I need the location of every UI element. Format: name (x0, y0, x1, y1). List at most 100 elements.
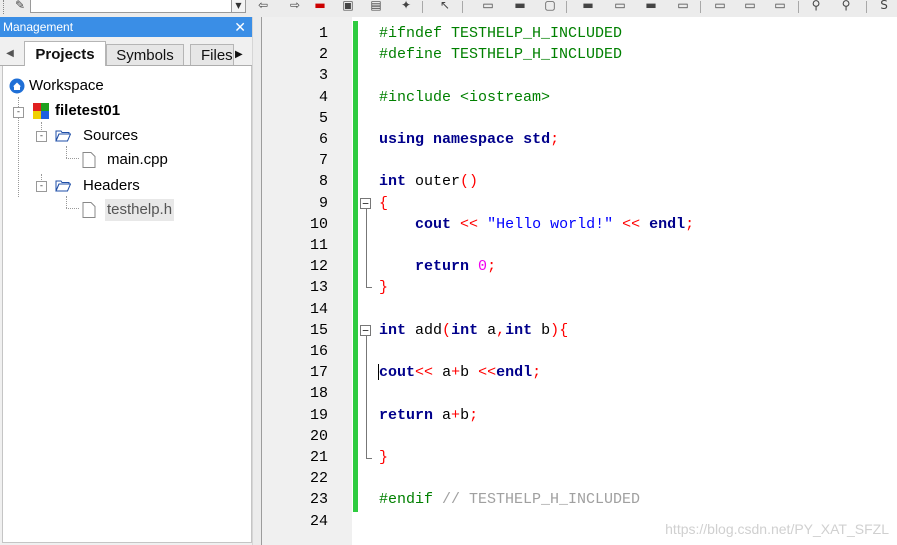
window-3-icon[interactable]: ▭ (772, 0, 788, 12)
back-arrow-icon[interactable]: ⇦ (255, 0, 271, 12)
comment-token: // TESTHELP_H_INCLUDED (442, 491, 641, 509)
identifier-token: outer (415, 173, 461, 191)
zoom-out-icon[interactable]: ⚲ (838, 0, 854, 12)
collapse-sources-icon[interactable]: - (36, 131, 47, 142)
identifier-token: a (487, 321, 497, 339)
operator-token: () (460, 173, 479, 191)
tree-label-sources: Sources (83, 127, 139, 144)
management-title-bar: Management ✕ (0, 17, 252, 37)
close-icon[interactable]: ✕ (234, 17, 246, 37)
operator-token: + (451, 364, 461, 382)
code-line-6: using namespace std; (379, 129, 559, 150)
identifier-token: b (460, 364, 470, 382)
operator-token: ; (532, 364, 542, 382)
panel-splitter[interactable] (252, 17, 262, 545)
operator-token: ; (469, 406, 479, 424)
block-icon[interactable]: ▭ (480, 0, 496, 12)
run-icon[interactable]: ✦ (398, 0, 414, 12)
collapse-headers-icon[interactable]: - (36, 181, 47, 192)
pointer-icon[interactable]: ↖ (437, 0, 453, 12)
file-icon (82, 202, 96, 218)
identifier-token: endl (649, 215, 686, 233)
toolbar-grip[interactable] (3, 0, 8, 14)
preprocessor-token: #ifndef TESTHELP_H_INCLUDED (379, 25, 623, 42)
operator-token: ( (442, 321, 452, 339)
keyword-token: namespace (433, 131, 515, 148)
identifier-token: add (415, 321, 443, 339)
identifier-token: a (442, 406, 452, 424)
tree-label-main-cpp: main.cpp (107, 151, 168, 168)
project-tree: Workspace - filetest01 - Sources main.cp… (2, 66, 252, 543)
s-icon[interactable]: S (876, 0, 892, 12)
operator-token: ; (685, 215, 695, 233)
identifier-token: b (460, 406, 470, 424)
operator-token: ) (550, 321, 560, 339)
operator-token: << (460, 215, 479, 233)
operator-token: << (415, 364, 434, 382)
code-line-4: #include <iostream> (379, 87, 550, 108)
brace-token: { (559, 321, 569, 339)
keyword-token: int (505, 321, 533, 339)
toggle-3-icon[interactable]: ▬ (643, 0, 659, 12)
code-line-2: #define TESTHELP_H_INCLUDED (379, 44, 622, 65)
code-line-13: } (379, 277, 388, 298)
tree-label-project: filetest01 (55, 102, 121, 119)
window-1-icon[interactable]: ▭ (712, 0, 728, 12)
select-icon[interactable]: ▬ (512, 0, 528, 12)
code-line-1: #ifndef TESTHELP_H_INCLUDED (379, 23, 622, 44)
management-panel: Management ✕ ◀ Projects Symbols Files ▶ … (0, 17, 252, 545)
toggle-2-icon[interactable]: ▭ (612, 0, 628, 12)
tab-projects[interactable]: Projects (24, 41, 106, 66)
keyword-token: int (379, 321, 407, 339)
toolbar: ✎ ▼ ⇦ ⇨ ▬ ▣ ▤ ✦ ↖ ▭ ▬ ▢ ▬ ▭ ▬ ▭ ▭ ▭ ▭ ⚲ … (0, 0, 897, 18)
code-line-10: cout << "Hello world!" << endl; (379, 214, 694, 235)
code-editor[interactable]: 1 2 3 4 5 6 7 8 9 10 11 12 13 14 15 16 1… (262, 17, 897, 545)
identifier-token: b (541, 321, 551, 339)
collapse-project-icon[interactable]: - (13, 107, 24, 118)
toggle-1-icon[interactable]: ▬ (580, 0, 596, 12)
identifier-token: std (523, 131, 551, 148)
management-title: Management (3, 20, 74, 34)
tab-scroll-right-icon[interactable]: ▶ (235, 49, 243, 60)
preprocessor-token: #define TESTHELP_H_INCLUDED (379, 46, 623, 64)
keyword-token: int (379, 173, 407, 191)
code-line-15: int add(int a,int b){ (379, 320, 568, 341)
jump-icon[interactable]: ▣ (340, 0, 356, 12)
code-line-19: return a+b; (379, 405, 478, 426)
bookmark-icon[interactable]: ▬ (312, 0, 328, 12)
operator-token: + (451, 406, 461, 424)
operator-token: , (496, 321, 506, 339)
tab-files[interactable]: Files (190, 44, 234, 65)
page-icon[interactable]: ▢ (542, 0, 558, 12)
code-line-17: cout<< a+b <<endl; (378, 362, 542, 383)
operator-token: << (622, 215, 641, 233)
identifier-token: c (379, 364, 389, 382)
tree-label-workspace: Workspace (29, 77, 104, 94)
tree-label-testhelp-h: testhelp.h (105, 199, 175, 221)
toggle-4-icon[interactable]: ▭ (675, 0, 691, 12)
toolbar-combo[interactable] (30, 0, 237, 13)
preprocessor-token: #endif (379, 491, 434, 509)
brace-token: } (379, 279, 389, 297)
code-area[interactable]: #ifndef TESTHELP_H_INCLUDED #define TEST… (262, 17, 897, 545)
management-tabs: ◀ Projects Symbols Files ▶ (0, 39, 252, 66)
keyword-token: return (415, 258, 470, 276)
code-line-23: #endif // TESTHELP_H_INCLUDED (379, 489, 640, 510)
code-line-21: } (379, 447, 388, 468)
window-2-icon[interactable]: ▭ (742, 0, 758, 12)
chevron-down-icon[interactable]: ▼ (231, 0, 246, 13)
identifier-token: out (388, 364, 416, 382)
edit-icon[interactable]: ✎ (12, 0, 28, 12)
code-line-8: int outer() (379, 171, 478, 192)
tab-symbols[interactable]: Symbols (106, 44, 184, 65)
tab-scroll-left-icon[interactable]: ◀ (4, 45, 16, 63)
brace-token: } (379, 449, 389, 466)
keyword-token: using (379, 131, 425, 148)
keyword-token: int (451, 321, 479, 339)
find-icon[interactable]: ▤ (368, 0, 384, 12)
string-token: "Hello world!" (487, 215, 614, 233)
forward-arrow-icon[interactable]: ⇨ (287, 0, 303, 12)
code-line-9: { (379, 193, 388, 214)
identifier-token: endl (496, 364, 533, 382)
zoom-in-icon[interactable]: ⚲ (808, 0, 824, 12)
